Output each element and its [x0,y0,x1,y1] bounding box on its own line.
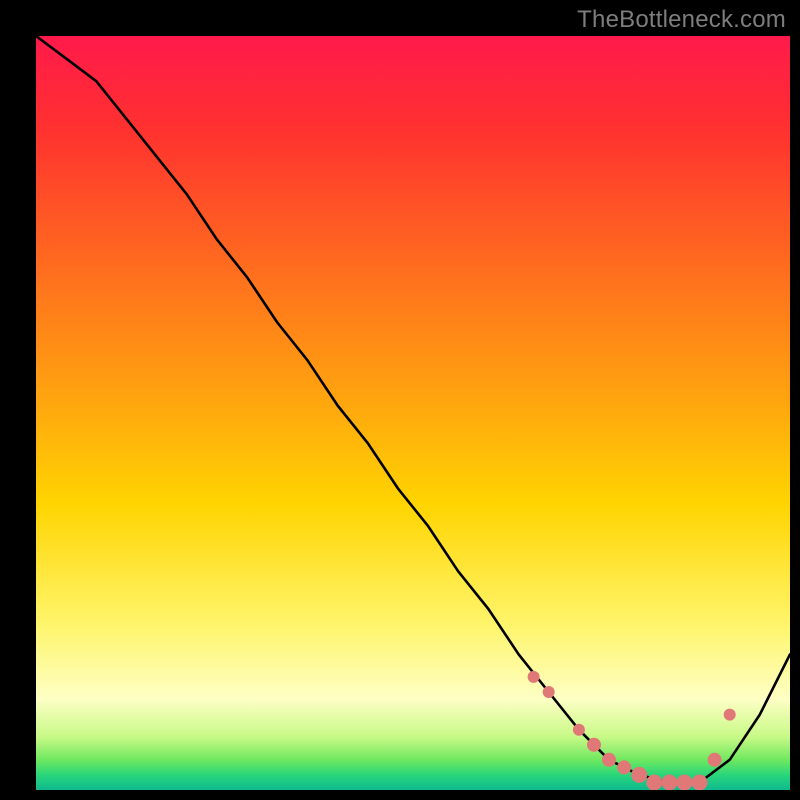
sweet-spot-dot [587,738,601,752]
sweet-spot-dot [676,775,692,791]
sweet-spot-dot [602,753,616,767]
sweet-spot-dot [646,775,662,791]
sweet-spot-dot [724,709,736,721]
sweet-spot-dot [631,767,647,783]
sweet-spot-dot [528,671,540,683]
sweet-spot-dot [543,686,555,698]
plot-area [36,36,790,790]
chart-frame: TheBottleneck.com [0,0,800,800]
watermark: TheBottleneck.com [577,6,786,34]
sweet-spot-dot [708,753,722,767]
sweet-spot-dot [617,760,631,774]
bottleneck-chart [36,36,790,790]
sweet-spot-dot [692,775,708,791]
sweet-spot-dot [661,775,677,791]
sweet-spot-dot [573,724,585,736]
